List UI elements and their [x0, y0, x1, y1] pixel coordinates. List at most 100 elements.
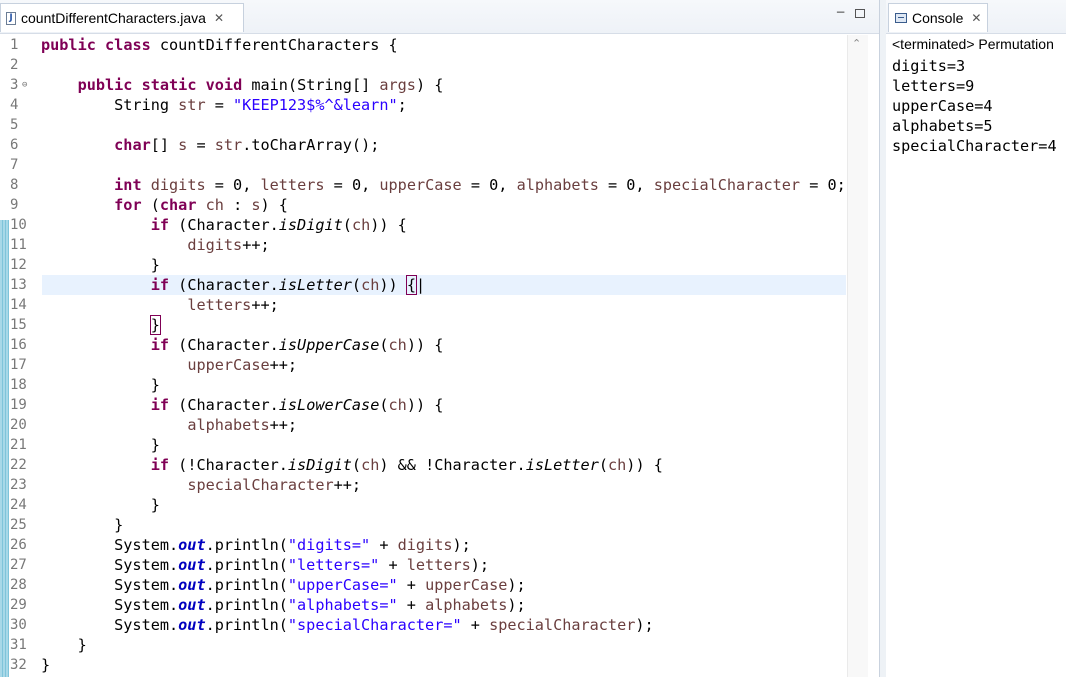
code-line[interactable]: 2 [0, 55, 847, 75]
code-text[interactable]: for (char ch : s) { [41, 195, 288, 215]
line-number: 2 [10, 57, 19, 73]
code-line[interactable]: 20 alphabets++; [0, 415, 847, 435]
line-number: 20 [10, 417, 27, 433]
code-line[interactable]: 12 } [0, 255, 847, 275]
code-line[interactable]: 21 } [0, 435, 847, 455]
minimize-icon[interactable]: − [835, 6, 846, 18]
editor-pane: J countDifferentCharacters.java ✕ − 1 pub… [0, 0, 879, 677]
line-number: 9 [10, 197, 19, 213]
code-line[interactable]: 29 System.out.println("alphabets=" + alp… [0, 595, 847, 615]
code-text[interactable]: digits++; [41, 235, 269, 255]
code-line[interactable]: 4 String str = "KEEP123$%^&learn"; [0, 95, 847, 115]
code-line[interactable]: 24 } [0, 495, 847, 515]
code-line[interactable]: 17 upperCase++; [0, 355, 847, 375]
code-text[interactable]: System.out.println("alphabets=" + alphab… [41, 595, 526, 615]
line-number: 8 [10, 177, 19, 193]
line-number: 11 [10, 237, 27, 253]
line-number: 26 [10, 537, 27, 553]
vertical-scrollbar[interactable]: ⌃ [847, 35, 868, 677]
code-text[interactable]: specialCharacter++; [41, 475, 361, 495]
code-text[interactable]: } [41, 495, 160, 515]
code-text[interactable]: if (Character.isUpperCase(ch)) { [41, 335, 444, 355]
code-line[interactable]: 5 [0, 115, 847, 135]
code-text[interactable]: int digits = 0, letters = 0, upperCase =… [41, 175, 846, 195]
code-line[interactable]: 16 if (Character.isUpperCase(ch)) { [0, 335, 847, 355]
code-text[interactable]: System.out.println("specialCharacter=" +… [41, 615, 654, 635]
code-text[interactable]: System.out.println("upperCase=" + upperC… [41, 575, 526, 595]
close-icon[interactable]: ✕ [971, 11, 981, 25]
code-editor[interactable]: 1 public class countDifferentCharacters {… [0, 35, 847, 677]
code-line[interactable]: 19 if (Character.isLowerCase(ch)) { [0, 395, 847, 415]
code-text[interactable]: if (Character.isLowerCase(ch)) { [41, 395, 444, 415]
line-number: 17 [10, 357, 27, 373]
code-line[interactable]: 3 public static void main(String[] args)… [0, 75, 847, 95]
code-line[interactable]: 13 if (Character.isLetter(ch)) {| [0, 275, 847, 295]
editor-window-controls: − [835, 6, 865, 18]
console-tab[interactable]: Console ✕ [888, 3, 988, 32]
line-number: 27 [10, 557, 27, 573]
code-line[interactable]: 15 } [0, 315, 847, 335]
editor-tab[interactable]: J countDifferentCharacters.java ✕ [0, 3, 244, 32]
line-number: 15 [10, 317, 27, 333]
code-text[interactable]: } [41, 375, 160, 395]
code-line[interactable]: 26 System.out.println("digits=" + digits… [0, 535, 847, 555]
code-line[interactable]: 10 if (Character.isDigit(ch)) { [0, 215, 847, 235]
code-line[interactable]: 7 [0, 155, 847, 175]
code-text[interactable]: } [41, 255, 160, 275]
code-text[interactable]: public class countDifferentCharacters { [41, 35, 398, 55]
code-text[interactable]: upperCase++; [41, 355, 297, 375]
maximize-icon[interactable] [855, 9, 865, 18]
code-text[interactable]: } [41, 655, 50, 675]
code-line[interactable]: 22 if (!Character.isDigit(ch) && !Charac… [0, 455, 847, 475]
code-line[interactable]: 18 } [0, 375, 847, 395]
console-icon [895, 13, 907, 23]
line-number: 23 [10, 477, 27, 493]
code-line[interactable]: 32} [0, 655, 847, 675]
editor-tab-bar: J countDifferentCharacters.java ✕ − [0, 0, 879, 34]
code-line[interactable]: 1 public class countDifferentCharacters { [0, 35, 847, 55]
code-line[interactable]: 11 digits++; [0, 235, 847, 255]
console-pane: Console ✕ <terminated> Permutation digit… [886, 0, 1066, 677]
code-text[interactable]: alphabets++; [41, 415, 297, 435]
code-line[interactable]: 28 System.out.println("upperCase=" + upp… [0, 575, 847, 595]
line-number: 10 [10, 217, 27, 233]
line-number: 21 [10, 437, 27, 453]
code-line[interactable]: 27 System.out.println("letters=" + lette… [0, 555, 847, 575]
code-text[interactable]: String str = "KEEP123$%^&learn"; [41, 95, 407, 115]
code-line[interactable]: 9 for (char ch : s) { [0, 195, 847, 215]
scroll-up-arrow-icon[interactable]: ⌃ [852, 37, 861, 50]
line-number: 18 [10, 377, 27, 393]
line-number: 30 [10, 617, 27, 633]
code-line[interactable]: 23 specialCharacter++; [0, 475, 847, 495]
line-number: 1 [10, 37, 19, 53]
console-output-line: specialCharacter=4 [892, 137, 1057, 155]
code-text[interactable]: } [41, 635, 87, 655]
console-output-line: letters=9 [892, 77, 975, 95]
line-number: 31 [10, 637, 27, 653]
console-status: <terminated> Permutation [892, 36, 1054, 52]
close-icon[interactable]: ✕ [214, 11, 224, 25]
code-text[interactable]: if (Character.isDigit(ch)) { [41, 215, 407, 235]
code-line[interactable]: 8 int digits = 0, letters = 0, upperCase… [0, 175, 847, 195]
code-line[interactable]: 25 } [0, 515, 847, 535]
code-text[interactable]: char[] s = str.toCharArray(); [41, 135, 379, 155]
code-text[interactable]: } [41, 515, 123, 535]
code-text[interactable]: System.out.println("letters=" + letters)… [41, 555, 489, 575]
code-line[interactable]: 14 letters++; [0, 295, 847, 315]
code-text[interactable]: } [41, 315, 161, 335]
java-file-icon: J [6, 11, 16, 25]
console-tab-bar: Console ✕ [886, 0, 1066, 34]
code-text[interactable]: if (!Character.isDigit(ch) && !Character… [41, 455, 663, 475]
code-text[interactable]: } [41, 435, 160, 455]
console-output: digits=3 letters=9 upperCase=4 alphabets=5 s… [892, 56, 1057, 156]
code-text[interactable]: public static void main(String[] args) { [41, 75, 444, 95]
code-line[interactable]: 6 char[] s = str.toCharArray(); [0, 135, 847, 155]
code-text[interactable]: letters++; [41, 295, 278, 315]
code-line[interactable]: 31 } [0, 635, 847, 655]
code-text[interactable]: System.out.println("digits=" + digits); [41, 535, 471, 555]
line-number: 24 [10, 497, 27, 513]
code-line[interactable]: 30 System.out.println("specialCharacter=… [0, 615, 847, 635]
code-text[interactable]: if (Character.isLetter(ch)) {| [41, 275, 425, 295]
editor-tab-label: countDifferentCharacters.java [21, 10, 206, 26]
console-output-line: upperCase=4 [892, 97, 993, 115]
